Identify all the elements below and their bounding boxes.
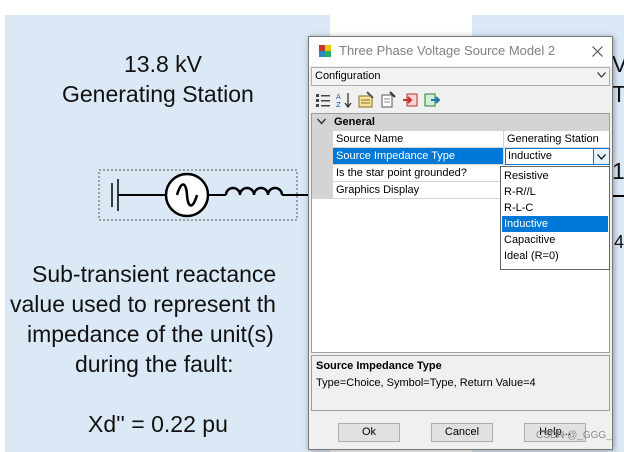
category-label: General: [334, 116, 375, 128]
right-peek-2: T: [612, 81, 624, 107]
station-voltage-label: 13.8 kV: [124, 51, 202, 77]
close-icon: [591, 46, 603, 57]
close-button[interactable]: [582, 37, 612, 66]
property-name: Source Name: [333, 131, 504, 147]
watermark: CSDN @_GGG_: [536, 430, 612, 441]
right-peek-4: 4: [614, 232, 624, 252]
reactance-line-4: during the fault:: [75, 351, 234, 377]
property-name: Graphics Display: [333, 182, 504, 198]
property-toolbar: A Z: [311, 88, 610, 112]
station-name-label: Generating Station: [62, 81, 254, 107]
description-body: Type=Choice, Symbol=Type, Return Value=4: [316, 377, 536, 389]
description-panel: Source Impedance Type Type=Choice, Symbo…: [311, 355, 610, 411]
dropdown-option-ideal[interactable]: Ideal (R=0): [502, 248, 608, 264]
impedance-type-value: Inductive: [508, 150, 553, 162]
import-icon[interactable]: [401, 91, 419, 109]
dialog-title: Three Phase Voltage Source Model 2: [339, 43, 556, 58]
reactance-line-3: impedance of the unit(s): [27, 321, 274, 347]
chevron-down-icon: [597, 72, 606, 78]
impedance-type-combo[interactable]: Inductive: [505, 148, 610, 165]
voltage-source-symbol[interactable]: [98, 169, 310, 221]
category-general[interactable]: General: [312, 114, 609, 131]
reactance-line-1: Sub-transient reactance: [32, 261, 277, 287]
dropdown-option-r-l-c[interactable]: R-L-C: [502, 200, 608, 216]
dropdown-option-capacitive[interactable]: Capacitive: [502, 232, 608, 248]
svg-text:Z: Z: [336, 101, 341, 109]
cancel-button[interactable]: Cancel: [431, 423, 493, 442]
configuration-selected-value: Configuration: [315, 70, 381, 82]
dropdown-option-inductive[interactable]: Inductive: [502, 216, 608, 232]
impedance-type-dropdown-list: Resistive R-R//L R-L-C Inductive Capacit…: [500, 166, 610, 270]
svg-text:A: A: [336, 93, 341, 101]
description-title: Source Impedance Type: [316, 360, 442, 372]
chevron-down-icon: [597, 153, 606, 160]
reactance-value: Xd'' = 0.22 pu: [88, 411, 228, 437]
property-name: Source Impedance Type: [333, 148, 504, 164]
reactance-line-2: value used to represent th: [10, 291, 276, 317]
right-peek-3: 1: [612, 158, 624, 184]
ok-button[interactable]: Ok: [338, 423, 400, 442]
property-name: Is the star point grounded?: [333, 165, 504, 181]
dropdown-option-r-rl[interactable]: R-R//L: [502, 184, 608, 200]
export-icon[interactable]: [423, 91, 441, 109]
property-row-source-name[interactable]: Source Name Generating Station: [333, 131, 609, 148]
categorized-icon[interactable]: [314, 91, 332, 109]
property-value[interactable]: Generating Station: [505, 131, 609, 147]
grid-gutter: [312, 131, 333, 199]
chevron-down-icon[interactable]: [317, 118, 326, 125]
impedance-dropdown-button[interactable]: [593, 149, 609, 164]
right-peek-1: V: [612, 51, 624, 77]
app-icon: [318, 44, 332, 58]
properties-icon[interactable]: [357, 91, 375, 109]
dialog-titlebar[interactable]: Three Phase Voltage Source Model 2: [309, 37, 612, 66]
sort-alpha-icon[interactable]: A Z: [335, 91, 353, 109]
configuration-select[interactable]: Configuration: [311, 67, 610, 86]
dropdown-option-resistive[interactable]: Resistive: [502, 168, 608, 184]
property-row-source-impedance-type[interactable]: Source Impedance Type Inductive: [333, 148, 610, 165]
copy-icon[interactable]: [379, 91, 397, 109]
